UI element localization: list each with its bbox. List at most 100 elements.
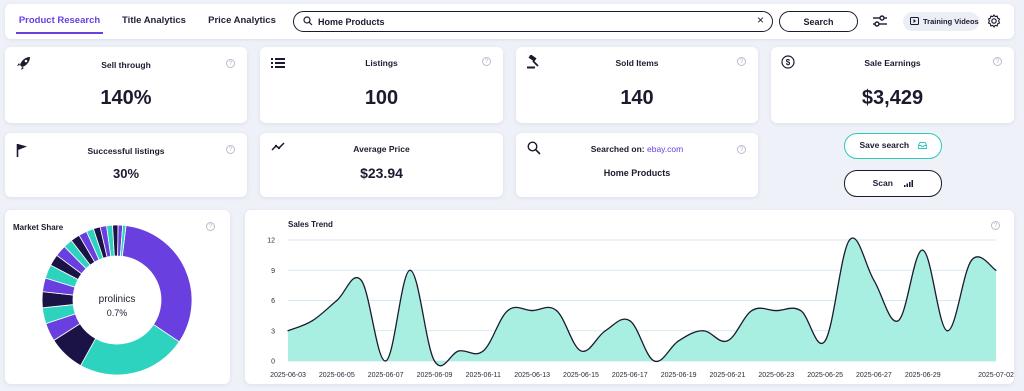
sales-point[interactable]	[726, 340, 729, 342]
tab-title-analytics[interactable]: Title Analytics	[118, 10, 190, 34]
sales-point[interactable]	[311, 320, 314, 322]
y-tick-label: 9	[271, 268, 275, 275]
video-icon	[910, 17, 919, 25]
searched-on-value: Home Products	[603, 168, 671, 178]
sales-point[interactable]	[800, 309, 802, 312]
market-share-card: Market Share ? prolinics 0.7%	[5, 210, 230, 384]
listings-card: Listings ? 100	[260, 47, 503, 123]
sold-items-value: 140	[620, 87, 654, 109]
save-search-label: Save search	[859, 140, 910, 150]
gear-icon[interactable]	[987, 14, 1001, 28]
sales-point[interactable]	[580, 350, 582, 352]
save-search-button[interactable]: Save search	[844, 133, 942, 159]
sales-point[interactable]	[824, 340, 826, 342]
inbox-icon	[917, 142, 927, 150]
donut-slice[interactable]	[80, 323, 180, 376]
sales-point[interactable]	[555, 309, 558, 312]
searched-on-title: Searched on: ebay.com	[516, 144, 758, 154]
sales-point[interactable]	[629, 320, 631, 322]
training-videos-button[interactable]: Training Videos	[903, 12, 979, 31]
average-price-value: $23.94	[360, 165, 403, 181]
sales-point[interactable]	[873, 279, 875, 281]
sales-point[interactable]	[775, 309, 777, 312]
donut-slice[interactable]	[121, 225, 193, 343]
donut-center-value: 0.7%	[107, 308, 128, 318]
searched-on-site-link[interactable]: ebay.com	[647, 144, 683, 154]
x-tick-label: 2025-06-05	[319, 372, 355, 379]
sell-through-label: Sell through	[101, 60, 151, 70]
x-tick-label: 2025-06-29	[905, 372, 941, 379]
average-price-card: Average Price $23.94	[260, 133, 503, 197]
searched-on-label: Searched on:	[590, 144, 645, 154]
y-tick-label: 6	[271, 298, 275, 305]
x-tick-label: 2025-06-17	[612, 372, 648, 379]
scan-label: Scan	[872, 178, 893, 188]
x-tick-label: 2025-06-13	[514, 372, 550, 379]
sale-earnings-card: $ Sale Earnings ? $3,429	[771, 47, 1014, 123]
listings-help-icon[interactable]: ?	[482, 57, 491, 66]
successful-listings-label: Successful listings	[87, 146, 165, 156]
sales-point[interactable]	[409, 269, 411, 271]
search-button[interactable]: Search	[779, 11, 858, 32]
y-tick-label: 0	[271, 359, 275, 366]
sales-point[interactable]	[702, 330, 704, 332]
listings-value: 100	[364, 87, 399, 109]
sale-earnings-label: Sale Earnings	[864, 58, 921, 68]
signal-bars-icon	[904, 180, 914, 188]
scan-button[interactable]: Scan	[844, 170, 942, 197]
x-tick-label: 2025-06-19	[661, 372, 697, 379]
sales-point[interactable]	[336, 299, 338, 302]
market-share-donut-chart: prolinics 0.7%	[41, 224, 193, 376]
x-tick-label: 2025-06-15	[563, 372, 599, 379]
sales-point[interactable]	[287, 330, 289, 332]
tab-product-research[interactable]: Product Research	[16, 10, 103, 34]
sell-through-help-icon[interactable]: ?	[226, 59, 235, 68]
sales-point[interactable]	[433, 360, 436, 362]
sales-trend-card: Sales Trend ? 0 3 6 9 12 2025-06-03 2025-06-0…	[245, 210, 1014, 384]
x-tick-label: 2025-07-02	[978, 372, 1014, 379]
x-tick-label: 2025-06-07	[368, 372, 404, 379]
search-input[interactable]	[318, 14, 738, 29]
sell-through-card: Sell through ? 140%	[5, 47, 247, 123]
searched-on-help-icon[interactable]: ?	[737, 145, 746, 154]
sales-point[interactable]	[653, 360, 655, 362]
sales-point[interactable]	[482, 350, 484, 352]
sales-point[interactable]	[848, 239, 851, 241]
filter-sliders-icon[interactable]	[872, 15, 888, 27]
x-tick-label: 2025-06-11	[466, 372, 501, 379]
sold-items-help-icon[interactable]: ?	[737, 57, 746, 66]
sales-point[interactable]	[507, 309, 509, 312]
sales-point[interactable]	[604, 330, 606, 332]
sales-point[interactable]	[385, 360, 387, 362]
y-tick-label: 3	[271, 328, 275, 335]
search-box: ×	[293, 11, 773, 32]
sales-point[interactable]	[458, 350, 460, 352]
x-tick-label: 2025-06-25	[807, 372, 843, 379]
sales-point[interactable]	[995, 269, 997, 271]
sales-point[interactable]	[751, 309, 753, 312]
sales-point[interactable]	[897, 320, 899, 322]
donut-center-name: prolinics	[99, 294, 136, 305]
tab-price-analytics[interactable]: Price Analytics	[206, 10, 278, 34]
x-tick-label: 2025-06-21	[710, 372, 746, 379]
successful-listings-help-icon[interactable]: ?	[226, 145, 235, 154]
x-tick-label: 2025-06-09	[417, 372, 453, 379]
market-share-help-icon[interactable]: ?	[206, 222, 215, 231]
sales-point[interactable]	[678, 340, 680, 342]
sales-point[interactable]	[531, 309, 533, 312]
sales-area-fill	[288, 238, 996, 366]
training-videos-label: Training Videos	[923, 17, 979, 26]
sale-earnings-help-icon[interactable]: ?	[993, 57, 1002, 66]
y-tick-label: 12	[267, 238, 275, 245]
x-tick-label: 2025-06-27	[856, 372, 892, 379]
x-tick-label: 2025-06-23	[758, 372, 794, 379]
x-tick-label: 2025-06-03	[270, 372, 306, 379]
sales-point[interactable]	[946, 330, 948, 332]
sales-point[interactable]	[970, 259, 973, 261]
sales-point[interactable]	[360, 279, 362, 281]
clear-icon[interactable]: ×	[757, 13, 764, 27]
sold-items-card: Sold Items ? 140	[516, 47, 758, 123]
sales-point[interactable]	[922, 249, 924, 251]
sales-trend-chart: 0 3 6 9 12 2025-06-03 2025-06-05 2025-06-07 202…	[267, 237, 1014, 379]
sale-earnings-value: $3,429	[861, 87, 924, 109]
